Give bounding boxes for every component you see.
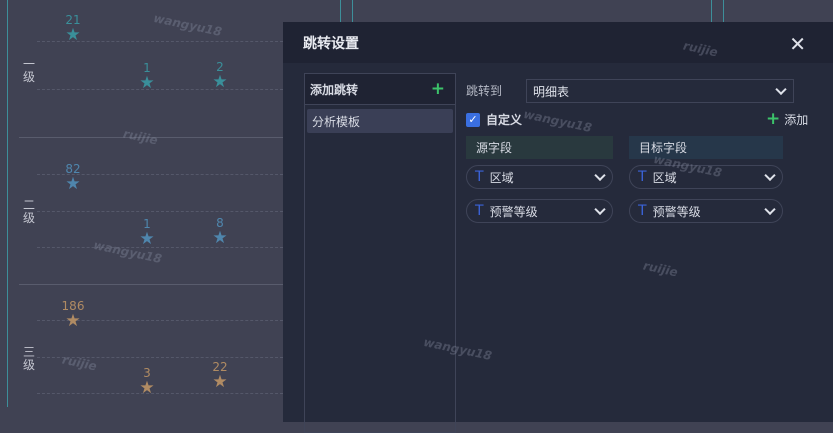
add-label: 添加: [784, 112, 809, 127]
row-label: 二级: [22, 198, 35, 225]
star-icon: ★: [139, 73, 155, 93]
watermark: wangyu18: [522, 106, 594, 136]
watermark: wangyu18: [152, 10, 224, 40]
data-point: 21 ★: [58, 13, 88, 44]
star-icon: ★: [139, 378, 155, 398]
data-point: 1 ★: [132, 217, 162, 248]
chevron-down-icon: [594, 203, 606, 216]
text-type-icon: T: [638, 169, 647, 185]
close-icon[interactable]: ✕: [789, 32, 806, 56]
star-icon: ★: [212, 72, 228, 92]
target-field-header: 目标字段: [629, 136, 783, 159]
star-icon: ★: [65, 174, 81, 194]
source-field-select[interactable]: T 预警等级: [466, 199, 613, 223]
data-point: 82 ★: [58, 162, 88, 193]
jump-settings-dialog: 跳转设置 ✕ 添加跳转 + 分析模板 跳转到 明细表 ✓ 自定义 + 添加 源字…: [283, 22, 833, 433]
source-field-value: 预警等级: [489, 204, 538, 219]
add-mapping-button[interactable]: + 添加: [766, 109, 808, 129]
row-label: 三级: [22, 345, 35, 372]
text-type-icon: T: [638, 203, 647, 219]
data-point: 22 ★: [205, 360, 235, 391]
data-point: 186 ★: [58, 299, 88, 330]
jump-to-select[interactable]: 明细表: [526, 79, 794, 103]
chevron-down-icon: [764, 203, 776, 216]
axis-line: [7, 0, 8, 407]
source-field-value: 区域: [489, 170, 514, 185]
row-divider: [19, 137, 283, 138]
target-field-value: 区域: [652, 170, 677, 185]
watermark: ruijie: [60, 352, 99, 374]
star-icon: ★: [65, 25, 81, 45]
data-point: 1 ★: [132, 61, 162, 92]
text-type-icon: T: [475, 169, 484, 185]
source-field-select[interactable]: T 区域: [466, 165, 613, 189]
chevron-down-icon: [775, 83, 787, 96]
data-point: 2 ★: [205, 60, 235, 91]
plus-icon: +: [766, 109, 781, 129]
data-point: 8 ★: [205, 216, 235, 247]
add-jump-plus-icon[interactable]: +: [431, 79, 445, 99]
row-divider: [19, 284, 283, 285]
jump-list-panel: 添加跳转 + 分析模板: [304, 73, 456, 433]
source-field-header: 源字段: [466, 136, 613, 159]
watermark: ruijie: [641, 258, 680, 280]
chevron-down-icon: [764, 169, 776, 182]
add-jump-label: 添加跳转: [310, 82, 359, 97]
target-field-select[interactable]: T 预警等级: [629, 199, 783, 223]
jump-to-value: 明细表: [533, 84, 570, 99]
jump-item-analysis-template[interactable]: 分析模板: [307, 109, 453, 133]
custom-checkbox[interactable]: ✓: [466, 112, 480, 127]
background-table-header: [340, 0, 833, 22]
text-type-icon: T: [475, 203, 484, 219]
row-label: 一级: [22, 57, 35, 84]
dialog-title: 跳转设置: [303, 35, 359, 52]
chevron-down-icon: [594, 169, 606, 182]
custom-label: 自定义: [486, 113, 523, 127]
star-icon: ★: [212, 372, 228, 392]
jump-to-label: 跳转到: [466, 84, 503, 98]
target-field-select[interactable]: T 区域: [629, 165, 783, 189]
target-field-value: 预警等级: [652, 204, 701, 219]
data-point: 3 ★: [132, 366, 162, 397]
star-icon: ★: [212, 228, 228, 248]
star-icon: ★: [139, 229, 155, 249]
star-icon: ★: [65, 311, 81, 331]
